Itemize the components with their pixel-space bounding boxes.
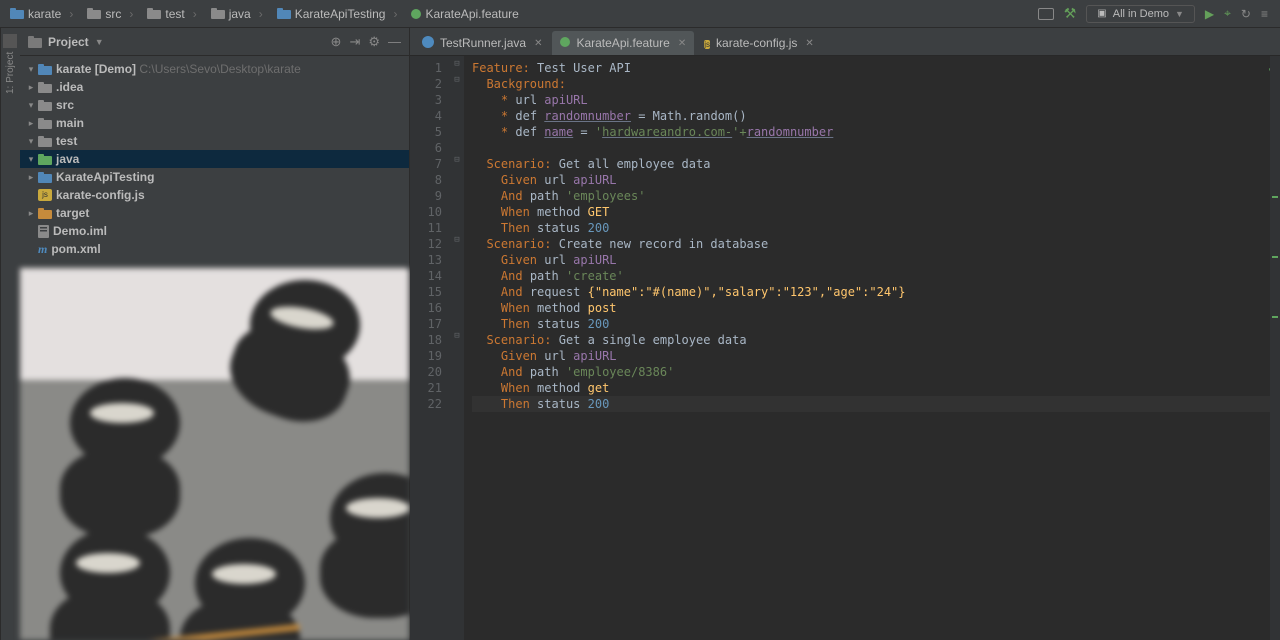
close-tab-icon[interactable]: ✕ (805, 38, 813, 49)
readme-image-preview (20, 268, 409, 640)
project-panel-title[interactable]: Project ▼ (28, 35, 323, 49)
folder-icon (38, 118, 52, 129)
build-window-icon[interactable] (1038, 8, 1054, 20)
tree-arrow-icon[interactable]: ▸ (24, 118, 38, 129)
breadcrumb-item[interactable]: java (205, 5, 271, 23)
folder-blue-icon (38, 64, 52, 75)
tree-node[interactable]: mpom.xml (20, 240, 409, 258)
settings-icon[interactable]: ⚙ (368, 34, 380, 50)
folder-icon (28, 36, 42, 48)
fold-gutter[interactable]: ⊟⊟⊟⊟⊟ (450, 56, 464, 640)
folder-icon (211, 8, 225, 19)
tree-node[interactable]: ▾src (20, 96, 409, 114)
collapse-all-icon[interactable]: ⇥ (349, 34, 360, 50)
project-tree[interactable]: ▾karate [Demo] C:\Users\Sevo\Desktop\kar… (20, 56, 409, 262)
editor-area: TestRunner.java✕KarateApi.feature✕jskara… (410, 28, 1280, 640)
tree-node[interactable]: ▾java (20, 150, 409, 168)
chevron-down-icon: ▼ (95, 37, 104, 47)
structure-tool-icon[interactable] (4, 34, 18, 48)
run-with-coverage-icon[interactable]: ↻ (1241, 7, 1251, 21)
tree-node[interactable]: ▸target (20, 204, 409, 222)
folder-icon (38, 136, 52, 147)
folder-icon (38, 82, 52, 93)
error-stripe[interactable] (1270, 56, 1280, 640)
folder-blue-icon (10, 8, 24, 19)
folder-blue-icon (277, 8, 291, 19)
editor-tabs: TestRunner.java✕KarateApi.feature✕jskara… (410, 28, 1280, 56)
project-panel-header: Project ▼ ⊕ ⇥ ⚙ — (20, 28, 409, 56)
code-content[interactable]: Feature: Test User API Background: * url… (464, 56, 1280, 640)
js-icon: js (38, 189, 52, 201)
tree-node[interactable]: ▾test (20, 132, 409, 150)
tree-node[interactable]: ▸main (20, 114, 409, 132)
scroll-from-source-icon[interactable]: ⊕ (331, 34, 342, 50)
tree-arrow-icon[interactable]: ▾ (24, 100, 38, 111)
feature-icon (560, 36, 570, 50)
breadcrumb: karatesrctestjavaKarateApiTestingKarateA… (4, 5, 1038, 23)
tree-arrow-icon[interactable]: ▸ (24, 208, 38, 219)
tree-arrow-icon[interactable]: ▾ (24, 154, 38, 165)
tree-arrow-icon[interactable]: ▾ (24, 64, 38, 75)
code-editor[interactable]: 12345678910111213141516171819202122 ⊟⊟⊟⊟… (410, 56, 1280, 640)
navigation-bar: karatesrctestjavaKarateApiTestingKarateA… (0, 0, 1280, 28)
project-tool-label[interactable]: 1: Project (5, 52, 16, 94)
hide-icon[interactable]: — (388, 34, 401, 49)
debug-icon[interactable]: ⌖ (1224, 6, 1231, 21)
run-config-icon: ▣ (1097, 8, 1106, 19)
project-panel: Project ▼ ⊕ ⇥ ⚙ — ▾karate [Demo] C:\User… (20, 28, 410, 640)
build-icon[interactable]: ⚒ (1064, 5, 1077, 22)
search-everywhere-icon[interactable]: ≡ (1261, 7, 1268, 21)
breadcrumb-item[interactable]: src (81, 5, 141, 23)
run-config-selector[interactable]: ▣ All in Demo ▼ (1086, 5, 1195, 23)
line-number-gutter: 12345678910111213141516171819202122 (410, 56, 450, 640)
maven-icon: m (38, 242, 47, 257)
folder-blue-icon (38, 172, 52, 183)
close-tab-icon[interactable]: ✕ (678, 38, 686, 49)
breadcrumb-item[interactable]: KarateApi.feature (405, 5, 534, 23)
tree-node[interactable]: jskarate-config.js (20, 186, 409, 204)
chevron-down-icon: ▼ (1175, 9, 1184, 19)
folder-icon (87, 8, 101, 19)
folder-g-icon (38, 154, 52, 165)
run-config-label: All in Demo (1113, 8, 1169, 20)
breadcrumb-item[interactable]: karate (4, 5, 81, 23)
file-icon (38, 225, 49, 238)
editor-tab[interactable]: TestRunner.java✕ (414, 31, 550, 55)
tool-window-stripe-left[interactable]: 1: Project (0, 28, 20, 640)
breadcrumb-item[interactable]: test (141, 5, 204, 23)
js-icon: js (704, 36, 710, 51)
tree-arrow-icon[interactable]: ▾ (24, 136, 38, 147)
tree-arrow-icon[interactable]: ▸ (24, 172, 38, 183)
folder-icon (147, 8, 161, 19)
editor-tab[interactable]: jskarate-config.js✕ (696, 31, 822, 55)
tree-node[interactable]: ▸KarateApiTesting (20, 168, 409, 186)
java-icon (422, 36, 434, 51)
breadcrumb-item[interactable]: KarateApiTesting (271, 5, 406, 23)
close-tab-icon[interactable]: ✕ (534, 38, 542, 49)
toolbar-right: ⚒ ▣ All in Demo ▼ ▶ ⌖ ↻ ≡ (1038, 5, 1276, 23)
tree-node[interactable]: ▾karate [Demo] C:\Users\Sevo\Desktop\kar… (20, 60, 409, 78)
folder-o-icon (38, 208, 52, 219)
feature-icon (411, 9, 421, 19)
folder-icon (38, 100, 52, 111)
tree-node[interactable]: Demo.iml (20, 222, 409, 240)
tree-arrow-icon[interactable]: ▸ (24, 82, 38, 93)
run-icon[interactable]: ▶ (1205, 7, 1214, 21)
editor-tab[interactable]: KarateApi.feature✕ (552, 31, 694, 55)
tree-node[interactable]: ▸.idea (20, 78, 409, 96)
